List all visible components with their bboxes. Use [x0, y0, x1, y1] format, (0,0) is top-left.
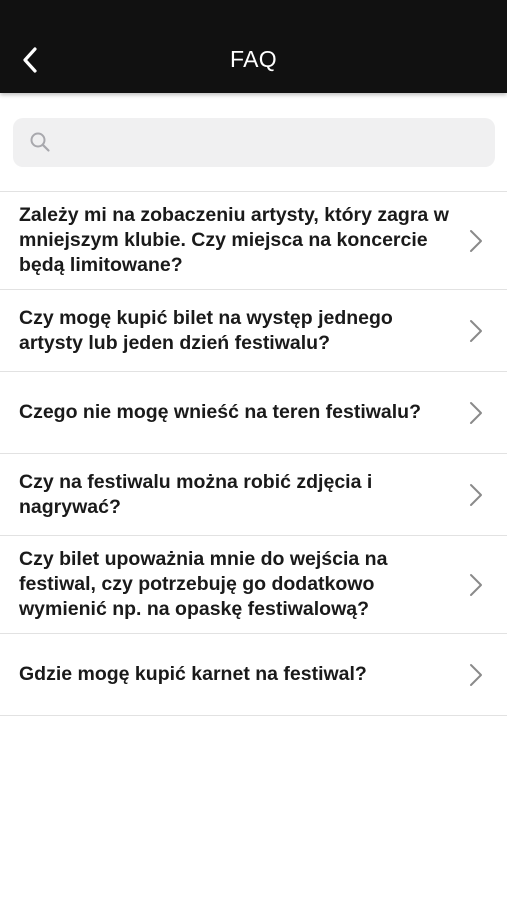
faq-item[interactable]: Czego nie mogę wnieść na teren festiwalu… — [0, 372, 507, 454]
faq-question: Czego nie mogę wnieść na teren festiwalu… — [19, 401, 422, 423]
search-icon — [30, 132, 50, 152]
faq-question: Gdzie mogę kupić karnet na festiwal? — [19, 663, 367, 685]
page-title: FAQ — [230, 46, 277, 72]
faq-question: Czy na festiwalu można robić zdjęcia i n… — [19, 470, 373, 518]
faq-list: Zależy mi na zobaczeniu artysty, który z… — [0, 191, 507, 716]
chevron-right-icon — [470, 229, 482, 252]
faq-item[interactable]: Czy na festiwalu można robić zdjęcia i n… — [0, 454, 507, 536]
faq-item[interactable]: Czy bilet upoważnia mnie do wejścia na f… — [0, 536, 507, 634]
faq-question: Zależy mi na zobaczeniu artysty, który z… — [19, 204, 449, 276]
chevron-right-icon — [470, 483, 482, 506]
chevron-right-icon — [470, 573, 482, 596]
chevron-right-icon — [470, 319, 482, 342]
faq-question: Czy mogę kupić bilet na występ jednego a… — [19, 306, 393, 354]
faq-item[interactable]: Czy mogę kupić bilet na występ jednego a… — [0, 290, 507, 372]
chevron-right-icon — [470, 663, 482, 686]
chevron-right-icon — [470, 401, 482, 424]
faq-question: Czy bilet upoważnia mnie do wejścia na f… — [19, 548, 388, 620]
faq-item[interactable]: Gdzie mogę kupić karnet na festiwal? — [0, 634, 507, 716]
search-input[interactable] — [61, 118, 485, 169]
top-app-bar: FAQ — [0, 0, 507, 93]
faq-item[interactable]: Zależy mi na zobaczeniu artysty, który z… — [0, 192, 507, 290]
search-bar[interactable] — [13, 118, 495, 169]
